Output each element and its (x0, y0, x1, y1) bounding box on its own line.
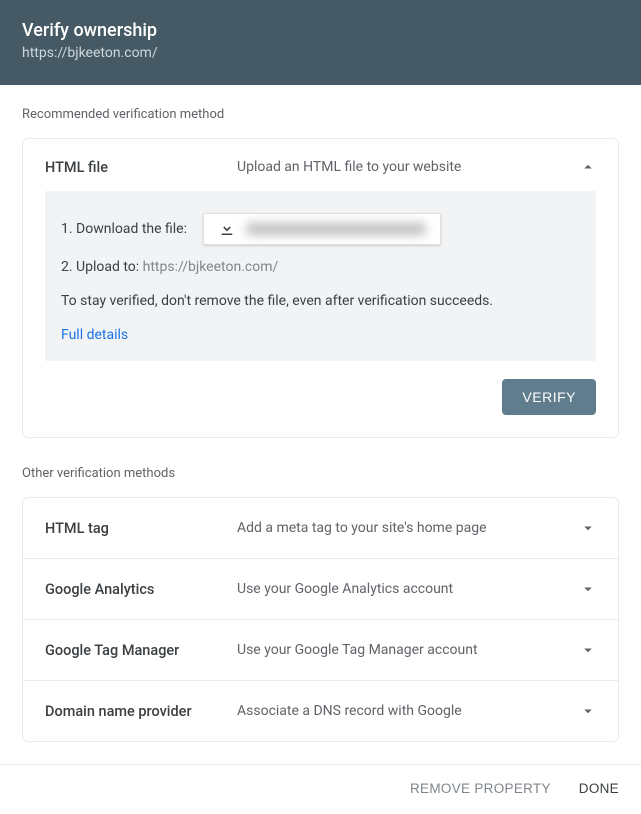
recommended-label: Recommended verification method (22, 107, 619, 122)
done-button[interactable]: DONE (579, 781, 619, 796)
page-title: Verify ownership (22, 20, 619, 41)
step2: 2. Upload to: https://bjkeeton.com/ (61, 259, 580, 275)
chevron-down-icon (578, 701, 598, 721)
download-filename-redacted (246, 223, 426, 235)
method-desc: Use your Google Analytics account (237, 581, 578, 597)
method-name: Domain name provider (45, 703, 237, 720)
method-name: HTML file (45, 159, 237, 176)
method-name: Google Analytics (45, 581, 237, 598)
download-icon (218, 220, 236, 238)
step1-label: 1. Download the file: (61, 221, 187, 237)
method-name: HTML tag (45, 520, 237, 537)
method-google-analytics[interactable]: Google Analytics Use your Google Analyti… (23, 559, 618, 620)
persistence-note: To stay verified, don't remove the file,… (61, 293, 580, 309)
dialog-header: Verify ownership https://bjkeeton.com/ (0, 0, 641, 85)
method-domain-provider[interactable]: Domain name provider Associate a DNS rec… (23, 681, 618, 741)
content-area: Recommended verification method HTML fil… (0, 85, 641, 764)
full-details-link[interactable]: Full details (61, 327, 128, 343)
chevron-down-icon (578, 518, 598, 538)
method-html-tag[interactable]: HTML tag Add a meta tag to your site's h… (23, 498, 618, 559)
method-google-tag-manager[interactable]: Google Tag Manager Use your Google Tag M… (23, 620, 618, 681)
html-file-card: HTML file Upload an HTML file to your we… (22, 138, 619, 438)
remove-property-button[interactable]: REMOVE PROPERTY (410, 781, 551, 796)
step2-prefix: 2. Upload to: (61, 259, 143, 275)
method-desc: Use your Google Tag Manager account (237, 642, 578, 658)
other-methods-label: Other verification methods (22, 466, 619, 481)
download-file-button[interactable] (203, 213, 441, 245)
step2-url: https://bjkeeton.com/ (143, 259, 279, 275)
other-methods-list: HTML tag Add a meta tag to your site's h… (22, 497, 619, 742)
chevron-down-icon (578, 640, 598, 660)
instructions-panel: 1. Download the file: 2. Upload to: http… (45, 191, 596, 361)
method-desc: Upload an HTML file to your website (237, 159, 578, 175)
dialog-footer: REMOVE PROPERTY DONE (0, 764, 641, 814)
method-name: Google Tag Manager (45, 642, 237, 659)
chevron-up-icon (578, 157, 598, 177)
property-url: https://bjkeeton.com/ (22, 45, 619, 61)
method-desc: Associate a DNS record with Google (237, 703, 578, 719)
verify-button[interactable]: VERIFY (502, 379, 596, 415)
chevron-down-icon (578, 579, 598, 599)
method-desc: Add a meta tag to your site's home page (237, 520, 578, 536)
html-file-header[interactable]: HTML file Upload an HTML file to your we… (23, 139, 618, 191)
